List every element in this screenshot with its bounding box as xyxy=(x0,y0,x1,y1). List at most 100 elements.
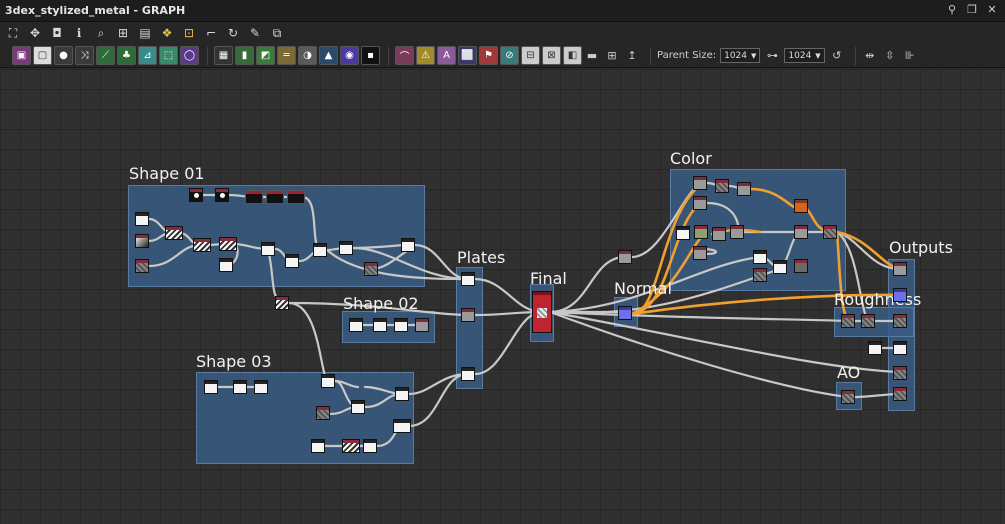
color-node[interactable] xyxy=(737,182,751,196)
graph-layout-icon[interactable]: ⊞ xyxy=(114,24,132,42)
levels-node-icon[interactable]: ▮ xyxy=(235,46,254,65)
blend-node[interactable] xyxy=(219,237,237,251)
transform-node[interactable] xyxy=(233,380,247,394)
distance-node-icon[interactable]: ⊘ xyxy=(500,46,519,65)
center-view-icon[interactable]: ✥ xyxy=(26,24,44,42)
levels-node[interactable] xyxy=(395,387,409,401)
output-normal-node[interactable] xyxy=(893,288,907,302)
output-metallic-node[interactable] xyxy=(868,341,882,355)
gradient-node[interactable] xyxy=(135,234,149,248)
blend-node[interactable] xyxy=(339,241,353,255)
color-node[interactable] xyxy=(794,225,808,239)
shape-node[interactable] xyxy=(219,258,233,272)
close-icon[interactable]: ✕ xyxy=(985,3,999,17)
color-node[interactable] xyxy=(693,196,707,210)
shape-node[interactable] xyxy=(215,188,229,202)
color-node[interactable] xyxy=(715,179,729,193)
final-node[interactable] xyxy=(532,291,552,333)
blend-node[interactable] xyxy=(363,439,377,453)
crop-node-icon[interactable]: ⬜ xyxy=(458,46,477,65)
shape-node[interactable] xyxy=(189,188,203,202)
comment-icon[interactable]: ▬ xyxy=(584,47,600,65)
blend-node[interactable] xyxy=(165,226,183,240)
info-icon[interactable]: ℹ xyxy=(70,24,88,42)
roughness-node[interactable] xyxy=(841,314,855,328)
plates-node-mid[interactable] xyxy=(461,308,475,322)
paint-bucket-node-icon[interactable]: ⚑ xyxy=(479,46,498,65)
color-node[interactable] xyxy=(794,259,808,273)
color-node[interactable] xyxy=(823,225,837,239)
restore-icon[interactable]: ❐ xyxy=(965,3,979,17)
shuffle-node-icon[interactable]: ⤨ xyxy=(75,46,94,65)
plates-node-bottom[interactable] xyxy=(461,367,475,381)
bitmap-node-icon[interactable]: ▣ xyxy=(12,46,31,65)
blend-node[interactable] xyxy=(193,238,211,252)
transform-node-icon[interactable]: ⬚ xyxy=(159,46,178,65)
horizontal-align-icon[interactable]: ⇹ xyxy=(862,47,878,65)
output-roughness-node[interactable] xyxy=(893,314,907,328)
pin-node-icon[interactable]: ⊠ xyxy=(542,46,561,65)
value-node-icon[interactable]: ▪ xyxy=(361,46,380,65)
histogram-node-icon[interactable]: ▲ xyxy=(319,46,338,65)
plates-node-top[interactable] xyxy=(461,272,475,286)
text-node-icon[interactable]: A xyxy=(437,46,456,65)
output-extra-node[interactable] xyxy=(893,387,907,401)
curve-node-icon[interactable]: ⟋ xyxy=(96,46,115,65)
color-node[interactable] xyxy=(676,226,690,240)
output-ao-node[interactable] xyxy=(893,366,907,380)
noise-node[interactable] xyxy=(364,262,378,276)
color-node[interactable] xyxy=(693,246,707,260)
link-routing-icon[interactable]: ⌐ xyxy=(202,24,220,42)
comment-node-icon[interactable]: ◧ xyxy=(563,46,582,65)
transform-node[interactable] xyxy=(245,190,263,204)
link-icon[interactable]: ⊶ xyxy=(764,47,780,65)
align-nodes-icon[interactable]: ⊡ xyxy=(180,24,198,42)
fit-view-icon[interactable]: ⛶ xyxy=(4,24,22,42)
parent-size-height-select[interactable]: 1024 ▼ xyxy=(784,48,825,63)
color-node[interactable] xyxy=(694,225,708,239)
blend-node[interactable] xyxy=(342,439,360,453)
frame-icon[interactable]: ⊞ xyxy=(604,47,620,65)
shape-node[interactable] xyxy=(204,380,218,394)
refresh-icon[interactable]: ↻ xyxy=(224,24,242,42)
shape-node[interactable] xyxy=(349,318,363,332)
output-height-node[interactable] xyxy=(893,341,907,355)
blend-node[interactable] xyxy=(313,243,327,257)
normal-node[interactable] xyxy=(618,306,632,320)
pin-icon[interactable]: ↥ xyxy=(624,47,640,65)
color-node[interactable] xyxy=(753,250,767,264)
color-node[interactable] xyxy=(730,225,744,239)
snap-icon[interactable]: ⊪ xyxy=(902,47,918,65)
search-icon[interactable]: ⌕ xyxy=(92,24,110,42)
tools-icon[interactable]: ✎ xyxy=(246,24,264,42)
vertical-align-icon[interactable]: ⇳ xyxy=(882,47,898,65)
noise-node[interactable] xyxy=(135,259,149,273)
blend-node[interactable] xyxy=(415,318,429,332)
blend-node[interactable] xyxy=(351,400,365,414)
blend-node[interactable] xyxy=(321,374,335,388)
transform-node[interactable] xyxy=(394,318,408,332)
pixel-node-icon[interactable]: ◩ xyxy=(256,46,275,65)
blend-node[interactable] xyxy=(275,296,289,310)
color-wheel-node-icon[interactable]: ◉ xyxy=(340,46,359,65)
fill-node-icon[interactable]: ● xyxy=(54,46,73,65)
color-node[interactable] xyxy=(712,227,726,241)
hsl-node-icon[interactable]: ◑ xyxy=(298,46,317,65)
shape-node[interactable] xyxy=(311,439,325,453)
parent-size-width-select[interactable]: 1024 ▼ xyxy=(720,48,761,63)
gradient-node-icon[interactable]: ═ xyxy=(277,46,296,65)
warp-node-icon[interactable]: ⊿ xyxy=(138,46,157,65)
transform-node[interactable] xyxy=(287,190,305,204)
levels-node[interactable] xyxy=(285,254,299,268)
roughness-node[interactable] xyxy=(861,314,875,328)
noise-node[interactable] xyxy=(316,406,330,420)
python-icon[interactable]: ❖ xyxy=(158,24,176,42)
shape-node[interactable] xyxy=(135,212,149,226)
output-node[interactable] xyxy=(401,238,415,252)
transform-node[interactable] xyxy=(254,380,268,394)
output-basecolor-node[interactable] xyxy=(893,262,907,276)
color-node[interactable] xyxy=(794,199,808,213)
tile-node-icon[interactable]: ▦ xyxy=(214,46,233,65)
export-icon[interactable]: ⧉ xyxy=(268,24,286,42)
output-node[interactable] xyxy=(393,419,411,433)
